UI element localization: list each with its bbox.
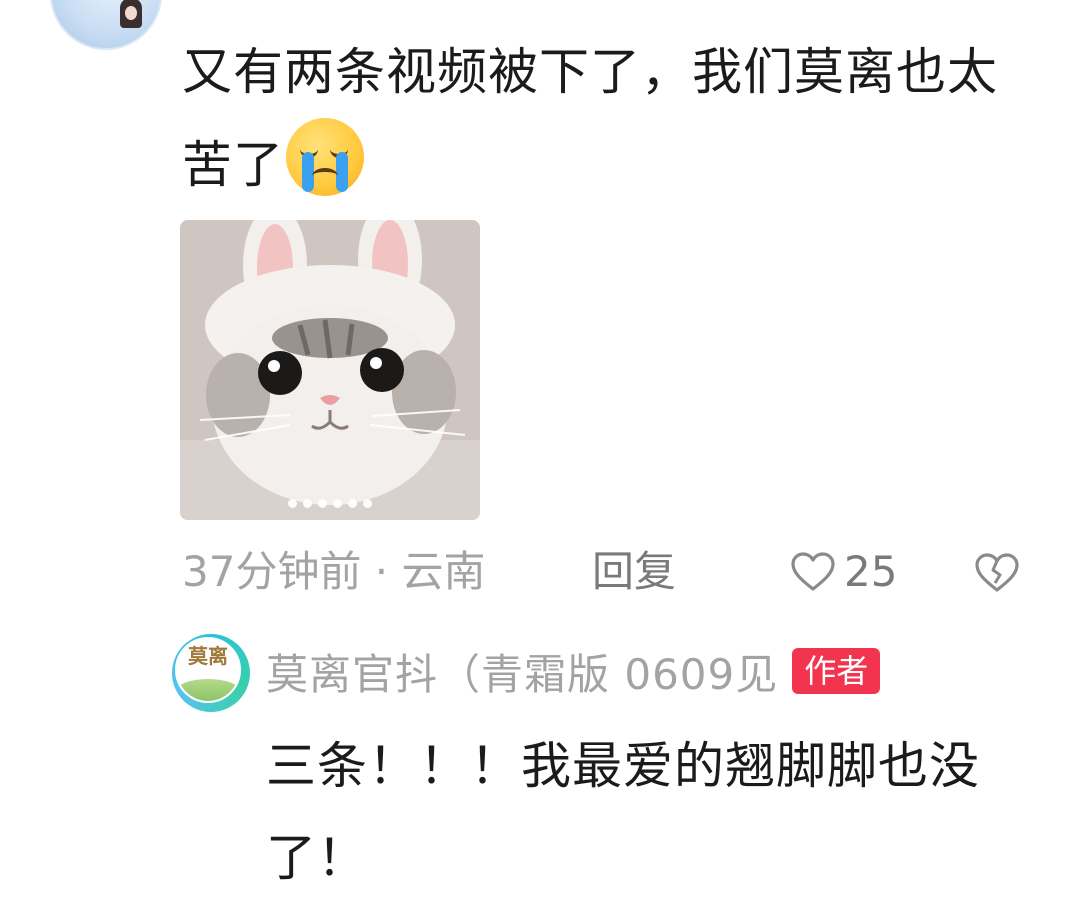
author-avatar[interactable]: 莫离: [172, 634, 250, 712]
comment-thread: 又有两条视频被下了，我们莫离也太苦了 37分钟前 · 云南 回复 25 莫离 莫…: [0, 0, 1080, 902]
like-count: 25: [844, 547, 898, 596]
comment-meta-row: 37分钟前 · 云南 回复 25: [182, 540, 1042, 604]
reply-button[interactable]: 回复: [592, 540, 676, 604]
cat-bunny-hat-image: [180, 220, 480, 520]
dislike-button[interactable]: [974, 548, 1020, 612]
reply-text: 三条！！！我最爱的翘脚脚也没了！: [266, 737, 980, 887]
avatar-figure: [120, 0, 142, 28]
comment-body: 又有两条视频被下了，我们莫离也太苦了: [182, 26, 1042, 211]
reply-author-name[interactable]: 莫离官抖（青霜版 0609见: [266, 641, 778, 702]
commenter-avatar[interactable]: [50, 0, 162, 50]
avatar-logo-glyph: 莫离: [188, 644, 228, 668]
crying-face-emoji-icon: [286, 118, 364, 196]
broken-heart-icon: [975, 553, 1019, 592]
comment-image[interactable]: [180, 220, 480, 520]
reply-name-row: 莫离官抖（青霜版 0609见 作者: [266, 638, 881, 704]
like-button[interactable]: 25: [790, 540, 897, 604]
heart-outline-icon: [791, 552, 835, 591]
image-pager-dots: [180, 499, 480, 508]
author-badge: 作者: [792, 648, 881, 694]
comment-time-location: 37分钟前 · 云南: [182, 547, 486, 596]
